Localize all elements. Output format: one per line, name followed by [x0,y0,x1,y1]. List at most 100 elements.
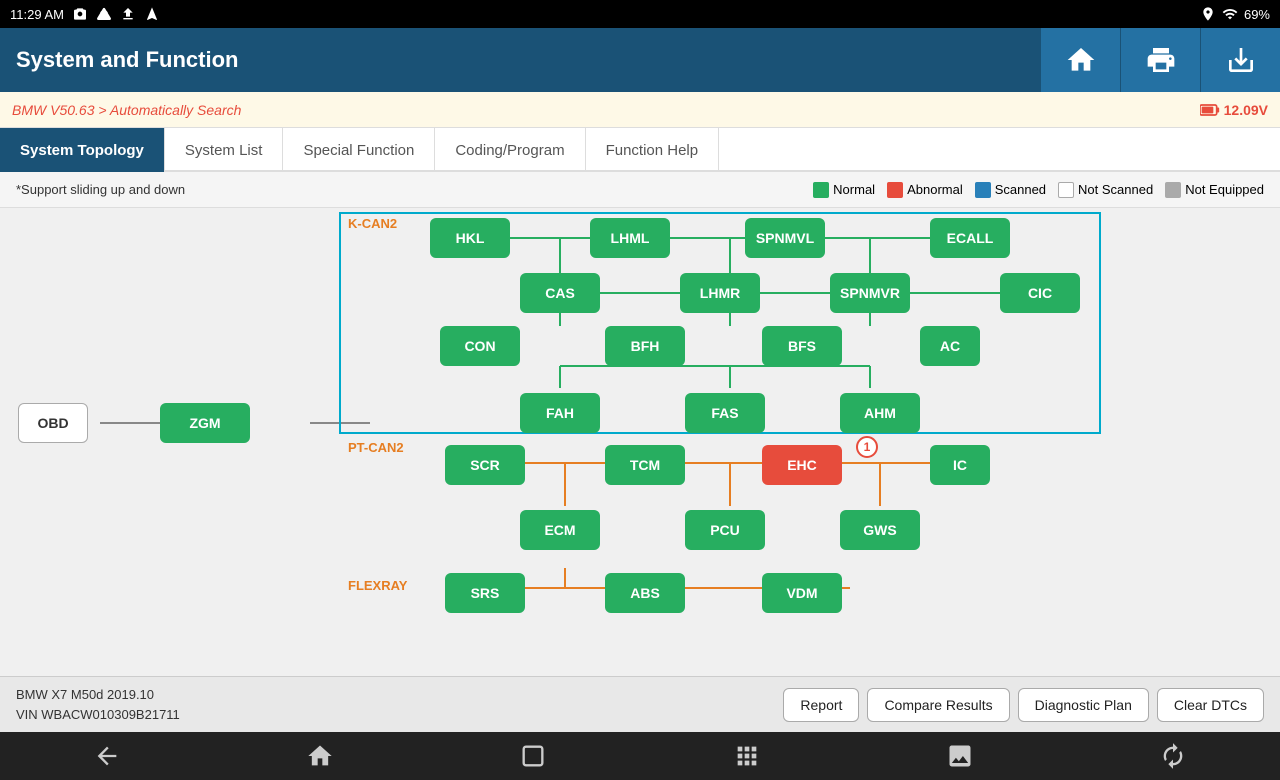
gallery-icon [946,742,974,770]
node-scr[interactable]: SCR [445,445,525,485]
vehicle-vin: VIN WBACW010309B21711 [16,705,180,725]
gallery-nav-button[interactable] [946,742,974,770]
not-scanned-dot [1058,182,1074,198]
node-bfh[interactable]: BFH [605,326,685,366]
location-icon [1200,6,1216,22]
square-icon [519,742,547,770]
back-nav-button[interactable] [93,742,121,770]
node-vdm[interactable]: VDM [762,573,842,613]
node-hkl[interactable]: HKL [430,218,510,258]
support-text: *Support sliding up and down [16,182,185,197]
breadcrumb: BMW V50.63 > Automatically Search [12,102,241,118]
node-cic[interactable]: CIC [1000,273,1080,313]
node-bfs[interactable]: BFS [762,326,842,366]
not-scanned-label: Not Scanned [1078,182,1153,197]
topology-area: K-CAN2 PT-CAN2 FLEXRAY OBD ZGM HKL LHML … [0,208,1280,676]
scanned-label: Scanned [995,182,1046,197]
node-gws[interactable]: GWS [840,510,920,550]
compare-results-button[interactable]: Compare Results [867,688,1009,722]
node-spnmvr[interactable]: SPNMVR [830,273,910,313]
flexray-label: FLEXRAY [348,578,407,593]
header: System and Function [0,28,1280,92]
not-equipped-dot [1165,182,1181,198]
ptcan2-label: PT-CAN2 [348,440,404,455]
tab-special-function[interactable]: Special Function [283,128,435,172]
node-ecm[interactable]: ECM [520,510,600,550]
node-lhmr[interactable]: LHMR [680,273,760,313]
export-button[interactable] [1200,28,1280,92]
node-ac[interactable]: AC [920,326,980,366]
status-bar-right: 69% [1200,6,1270,22]
not-equipped-label: Not Equipped [1185,182,1264,197]
refresh-icon [1159,742,1187,770]
tab-bar: System Topology System List Special Func… [0,128,1280,172]
nav-bar [0,732,1280,780]
node-tcm[interactable]: TCM [605,445,685,485]
ehc-badge: 1 [856,436,878,458]
upload-icon [120,6,136,22]
vehicle-model: BMW X7 M50d 2019.10 [16,685,180,705]
action-buttons: Report Compare Results Diagnostic Plan C… [783,688,1264,722]
vehicle-info: BMW X7 M50d 2019.10 VIN WBACW010309B2171… [16,685,180,724]
nav-icon [144,6,160,22]
time-display: 11:29 AM [10,7,64,22]
tab-system-topology[interactable]: System Topology [0,128,165,172]
node-pcu[interactable]: PCU [685,510,765,550]
abnormal-dot [887,182,903,198]
home-icon [1065,44,1097,76]
app-title: System and Function [16,47,238,73]
report-button[interactable]: Report [783,688,859,722]
node-abs[interactable]: ABS [605,573,685,613]
scanned-dot [975,182,991,198]
legend-normal: Normal [813,182,875,198]
node-ahm[interactable]: AHM [840,393,920,433]
header-buttons [1040,28,1280,92]
node-lhml[interactable]: LHML [590,218,670,258]
bottom-bar: BMW X7 M50d 2019.10 VIN WBACW010309B2171… [0,676,1280,732]
node-srs[interactable]: SRS [445,573,525,613]
legend-bar: *Support sliding up and down Normal Abno… [0,172,1280,208]
tab-function-help[interactable]: Function Help [586,128,720,172]
legend-scanned: Scanned [975,182,1046,198]
home-nav-button[interactable] [306,742,334,770]
print-button[interactable] [1120,28,1200,92]
camera-icon [72,6,88,22]
node-zgm[interactable]: ZGM [160,403,250,443]
node-fas[interactable]: FAS [685,393,765,433]
diagnostic-plan-button[interactable]: Diagnostic Plan [1018,688,1149,722]
battery-voltage: 12.09V [1224,102,1268,118]
node-ehc[interactable]: EHC [762,445,842,485]
apps-nav-button[interactable] [733,742,761,770]
print-icon [1145,44,1177,76]
wifi-icon [1222,6,1238,22]
abnormal-label: Abnormal [907,182,963,197]
normal-label: Normal [833,182,875,197]
legend-abnormal: Abnormal [887,182,963,198]
home-button[interactable] [1040,28,1120,92]
node-ecall[interactable]: ECALL [930,218,1010,258]
home-nav-icon [306,742,334,770]
apps-icon [733,742,761,770]
settings-icon [96,6,112,22]
legend-not-scanned: Not Scanned [1058,182,1153,198]
node-obd[interactable]: OBD [18,403,88,443]
status-bar-left: 11:29 AM [10,6,160,22]
back-icon [93,742,121,770]
node-fah[interactable]: FAH [520,393,600,433]
node-con[interactable]: CON [440,326,520,366]
square-nav-button[interactable] [519,742,547,770]
node-ic[interactable]: IC [930,445,990,485]
kcan2-label: K-CAN2 [348,216,397,231]
battery-percent: 69% [1244,7,1270,22]
tab-coding-program[interactable]: Coding/Program [435,128,585,172]
export-icon [1225,44,1257,76]
legend-not-equipped: Not Equipped [1165,182,1264,198]
breadcrumb-bar: BMW V50.63 > Automatically Search 12.09V [0,92,1280,128]
clear-dtcs-button[interactable]: Clear DTCs [1157,688,1264,722]
node-cas[interactable]: CAS [520,273,600,313]
node-spnmvl[interactable]: SPNMVL [745,218,825,258]
tab-system-list[interactable]: System List [165,128,284,172]
refresh-nav-button[interactable] [1159,742,1187,770]
normal-dot [813,182,829,198]
status-bar: 11:29 AM 69% [0,0,1280,28]
